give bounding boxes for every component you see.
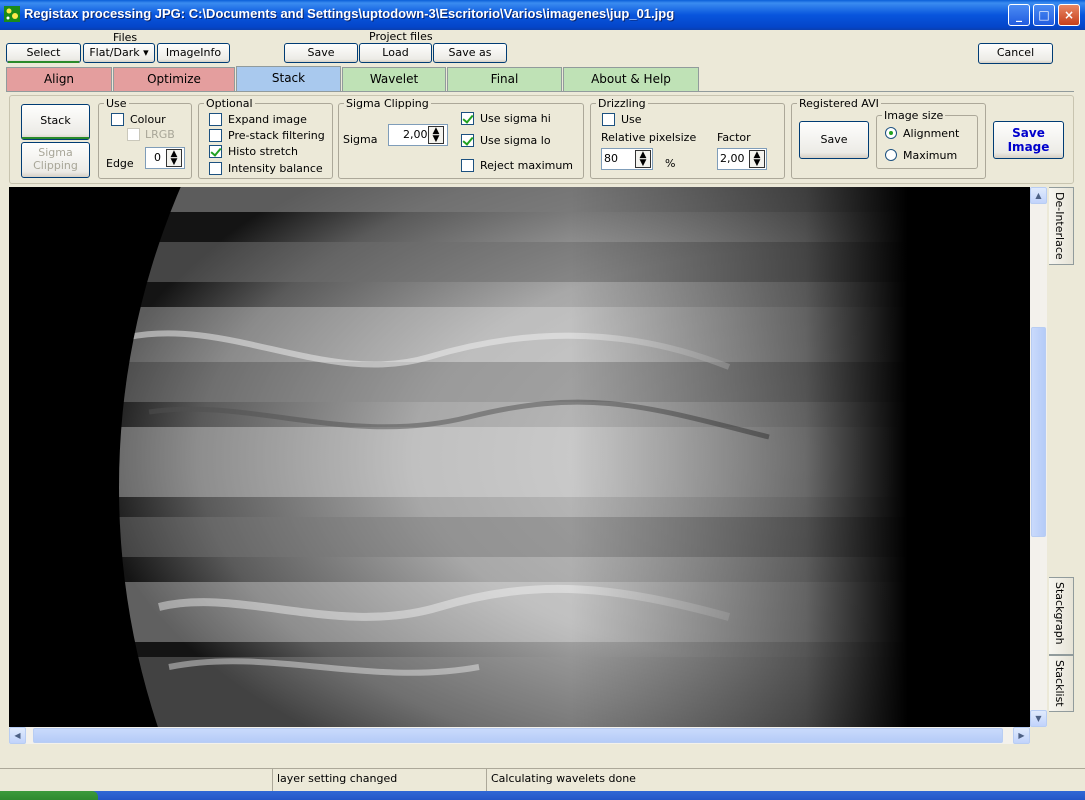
intensity-balance-checkbox[interactable]	[209, 162, 222, 175]
percent-label: %	[665, 157, 676, 170]
tab-stackgraph[interactable]: Stackgraph	[1049, 577, 1074, 655]
tab-strip-line	[6, 91, 1074, 92]
vertical-scrollbar[interactable]: ▲ ▼	[1030, 187, 1047, 727]
sigma-label: Sigma	[343, 133, 378, 146]
project-save-button[interactable]: Save	[284, 43, 358, 63]
close-button[interactable]: ×	[1058, 4, 1080, 26]
horizontal-scroll-thumb[interactable]	[33, 728, 1003, 743]
flat-dark-button[interactable]: Flat/Dark ▾	[83, 43, 155, 63]
factor-value: 2,00	[720, 152, 745, 165]
scroll-up-button[interactable]: ▲	[1030, 187, 1047, 204]
edge-spinner[interactable]: ▲ ▼	[166, 149, 182, 167]
stack-button[interactable]: Stack	[21, 104, 90, 140]
colour-label: Colour	[130, 113, 166, 126]
colour-checkbox[interactable]	[111, 113, 124, 126]
start-button[interactable]	[0, 791, 98, 800]
project-files-label: Project files	[369, 30, 433, 43]
window-title: Registax processing JPG: C:\Documents an…	[24, 6, 675, 21]
pixelsize-value: 80	[604, 152, 618, 165]
sigma-clipping-button[interactable]: Sigma Clipping	[21, 142, 90, 178]
status-layer: layer setting changed	[272, 769, 485, 791]
edge-value: 0	[154, 151, 161, 164]
registered-avi-group-title: Registered AVI	[797, 97, 881, 110]
tab-de-interlace[interactable]: De-Interlace	[1049, 187, 1074, 265]
tab-stack[interactable]: Stack	[236, 66, 341, 91]
factor-label: Factor	[717, 131, 751, 144]
use-sigma-hi-label: Use sigma hi	[480, 112, 551, 125]
tab-about-help[interactable]: About & Help	[563, 67, 699, 91]
alignment-radio[interactable]	[885, 127, 897, 139]
minimize-button[interactable]: _	[1008, 4, 1030, 26]
tab-align[interactable]: Align	[6, 67, 112, 91]
jupiter-image	[9, 187, 1030, 727]
histo-stretch-checkbox[interactable]	[209, 145, 222, 158]
title-bar[interactable]: Registax processing JPG: C:\Documents an…	[0, 0, 1085, 30]
select-button[interactable]: Select	[6, 43, 81, 63]
project-save-as-button[interactable]: Save as	[433, 43, 507, 63]
scroll-right-button[interactable]: ▶	[1013, 727, 1030, 744]
lrgb-label: LRGB	[145, 128, 175, 141]
scroll-left-button[interactable]: ◀	[9, 727, 26, 744]
drizzling-group-title: Drizzling	[596, 97, 648, 110]
use-sigma-hi-checkbox[interactable]	[461, 112, 474, 125]
relative-pixelsize-label: Relative pixelsize	[601, 131, 697, 144]
stack-indicator	[22, 137, 89, 139]
imageinfo-button[interactable]: ImageInfo	[157, 43, 230, 63]
use-sigma-lo-label: Use sigma lo	[480, 134, 551, 147]
tab-optimize[interactable]: Optimize	[113, 67, 235, 91]
tab-stacklist[interactable]: Stacklist	[1049, 655, 1074, 712]
sigma-clipping-group-title: Sigma Clipping	[344, 97, 431, 110]
sigma-spinner[interactable]: ▲ ▼	[428, 126, 444, 144]
stacklist-label: Stacklist	[1053, 660, 1066, 707]
app-icon	[4, 6, 20, 22]
expand-image-checkbox[interactable]	[209, 113, 222, 126]
select-indicator	[8, 61, 79, 63]
image-view[interactable]	[9, 187, 1030, 727]
factor-spinner[interactable]: ▲ ▼	[749, 150, 765, 168]
use-group-title: Use	[104, 97, 129, 110]
avi-save-button[interactable]: Save	[799, 121, 869, 159]
vertical-scroll-thumb[interactable]	[1031, 327, 1046, 537]
pixelsize-spinner[interactable]: ▲ ▼	[635, 150, 651, 168]
sigma-value: 2,00	[403, 128, 428, 141]
tab-final[interactable]: Final	[447, 67, 562, 91]
pre-stack-filtering-checkbox[interactable]	[209, 129, 222, 142]
image-size-group-title: Image size	[882, 109, 946, 122]
maximum-label: Maximum	[903, 149, 958, 162]
project-load-button[interactable]: Load	[359, 43, 432, 63]
maximum-radio[interactable]	[885, 149, 897, 161]
status-message: Calculating wavelets done	[486, 769, 1061, 791]
intensity-balance-label: Intensity balance	[228, 162, 323, 175]
reject-maximum-checkbox[interactable]	[461, 159, 474, 172]
lrgb-checkbox[interactable]	[127, 128, 140, 141]
scroll-down-button[interactable]: ▼	[1030, 710, 1047, 727]
de-interlace-label: De-Interlace	[1053, 192, 1066, 260]
alignment-label: Alignment	[903, 127, 960, 140]
edge-label: Edge	[106, 157, 134, 170]
use-sigma-lo-checkbox[interactable]	[461, 134, 474, 147]
taskbar[interactable]	[0, 791, 1085, 800]
histo-stretch-label: Histo stretch	[228, 145, 299, 158]
save-image-button[interactable]: Save Image	[993, 121, 1064, 159]
reject-maximum-label: Reject maximum	[480, 159, 574, 172]
drizzle-use-label: Use	[621, 113, 642, 126]
cancel-button[interactable]: Cancel	[978, 43, 1053, 64]
optional-group-title: Optional	[204, 97, 255, 110]
tab-wavelet[interactable]: Wavelet	[342, 67, 446, 91]
pre-stack-filtering-label: Pre-stack filtering	[228, 129, 325, 142]
expand-image-label: Expand image	[228, 113, 307, 126]
drizzle-use-checkbox[interactable]	[602, 113, 615, 126]
maximize-button[interactable]: □	[1033, 4, 1055, 26]
stackgraph-label: Stackgraph	[1053, 582, 1066, 645]
horizontal-scrollbar[interactable]: ◀ ▶	[9, 727, 1030, 744]
